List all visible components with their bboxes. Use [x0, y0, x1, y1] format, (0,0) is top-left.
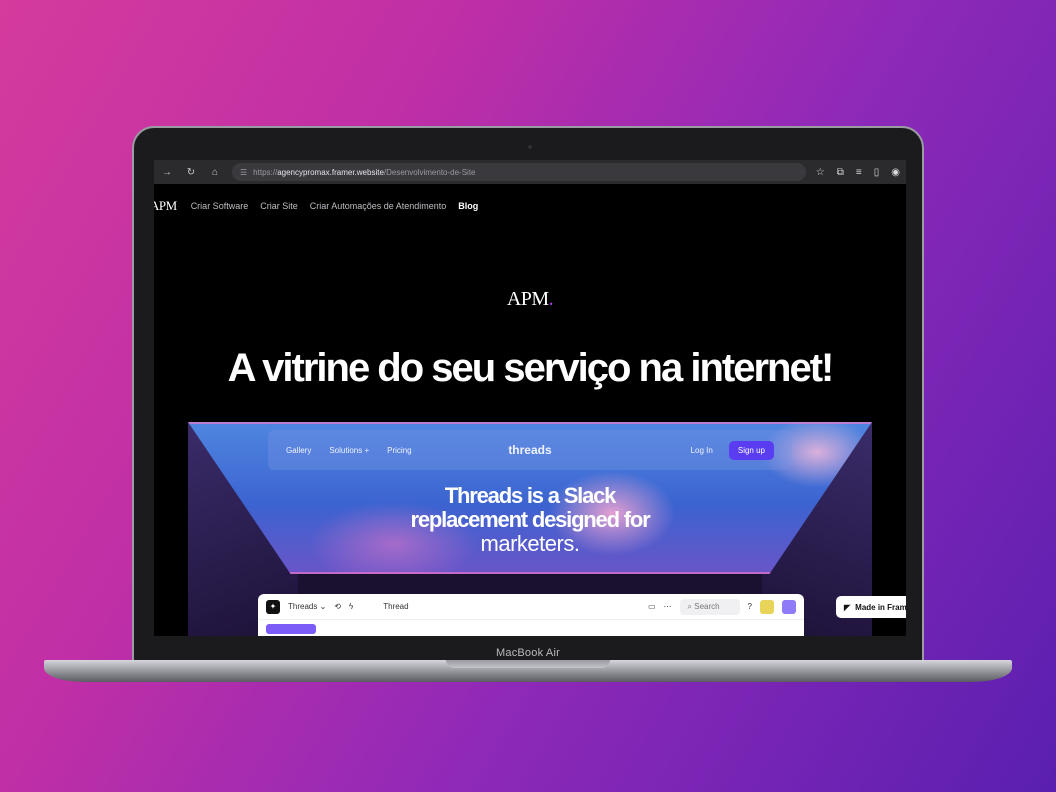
- profile-icon[interactable]: ◉: [891, 167, 900, 178]
- nav-criar-site[interactable]: Criar Site: [260, 201, 298, 211]
- headline-line-2: replacement designed for: [410, 507, 651, 532]
- threads-login-link[interactable]: Log In: [691, 446, 713, 455]
- showcase-preview: Gallery Solutions + Pricing threads Log …: [188, 422, 872, 636]
- sidebar-icon[interactable]: ▯: [874, 167, 880, 178]
- hero-logo-text: APM: [506, 288, 549, 310]
- url-host: agencypromax.framer.website: [277, 167, 384, 177]
- headline-line-1: Threads is a Slack: [444, 483, 617, 508]
- threads-headline: Threads is a Slack replacement designed …: [188, 484, 872, 556]
- threads-nav-pricing[interactable]: Pricing: [387, 446, 411, 455]
- app-sidebar-pill[interactable]: [266, 624, 316, 634]
- more-icon[interactable]: ⋯: [664, 602, 672, 611]
- history-icon[interactable]: ⟲: [334, 602, 341, 611]
- app-search-input[interactable]: ⌕ Search: [679, 598, 740, 615]
- nav-criar-automacoes[interactable]: Criar Automações de Atendimento: [310, 201, 447, 211]
- made-in-framer-badge[interactable]: ◤ Made in Framer: [836, 596, 906, 618]
- avatar[interactable]: [782, 599, 796, 614]
- laptop-lid: → ↻ ⌂ ☰ https://agencypromax.framer.webs…: [132, 126, 924, 666]
- page-title: A vitrine do seu serviço na internet!: [227, 346, 835, 390]
- help-icon[interactable]: ?: [748, 602, 752, 611]
- headline-line-3: marketers.: [480, 531, 580, 556]
- framer-icon: ◤: [844, 602, 851, 612]
- background: → ↻ ⌂ ☰ https://agencypromax.framer.webs…: [0, 0, 1056, 792]
- laptop-notch: [446, 660, 610, 668]
- browser-toolbar: → ↻ ⌂ ☰ https://agencypromax.framer.webs…: [154, 160, 906, 184]
- threads-app-window: ✦ Threads ⌄ ⟲ ϟ Thread ▭ ⋯ ⌕ Search ?: [258, 594, 804, 636]
- reload-icon[interactable]: ↻: [184, 167, 198, 178]
- nav-blog[interactable]: Blog: [458, 201, 478, 211]
- threads-signup-button[interactable]: Sign up: [728, 440, 774, 460]
- threads-nav: Gallery Solutions + Pricing threads Log …: [268, 430, 792, 470]
- star-icon[interactable]: ☆: [816, 167, 825, 178]
- forward-icon[interactable]: →: [160, 167, 174, 178]
- laptop-label: MacBook Air: [496, 647, 560, 659]
- laptop-base: [44, 660, 1012, 682]
- comment-icon[interactable]: ▭: [648, 602, 656, 611]
- avatar[interactable]: [760, 599, 774, 614]
- address-bar[interactable]: ☰ https://agencypromax.framer.website/De…: [232, 163, 806, 181]
- made-in-framer-label: Made in Framer: [855, 602, 906, 612]
- url-path: /Desenvolvimento-de-Site: [383, 167, 476, 177]
- playlist-icon[interactable]: ≡: [856, 167, 862, 178]
- threads-nav-gallery[interactable]: Gallery: [286, 446, 311, 455]
- site-logo[interactable]: APM: [154, 198, 177, 214]
- url-prefix: https://: [253, 167, 278, 177]
- extensions-icon[interactable]: ⧉: [837, 167, 844, 178]
- camera-icon: [528, 145, 532, 149]
- hero-logo: APM.: [154, 288, 906, 311]
- threads-app-logo-icon: ✦: [266, 599, 280, 614]
- nav-criar-software[interactable]: Criar Software: [191, 201, 249, 211]
- site-info-icon[interactable]: ☰: [240, 168, 247, 177]
- workspace-selector[interactable]: Threads ⌄: [288, 602, 326, 611]
- threads-nav-solutions[interactable]: Solutions +: [329, 446, 369, 455]
- search-placeholder: Search: [694, 601, 720, 611]
- hero-logo-dot: .: [548, 288, 554, 310]
- site-nav: APM Criar Software Criar Site Criar Auto…: [154, 198, 906, 214]
- home-icon[interactable]: ⌂: [208, 167, 222, 178]
- laptop-screen: → ↻ ⌂ ☰ https://agencypromax.framer.webs…: [154, 160, 906, 636]
- thread-title: Thread: [383, 602, 409, 611]
- bolt-icon[interactable]: ϟ: [349, 602, 353, 611]
